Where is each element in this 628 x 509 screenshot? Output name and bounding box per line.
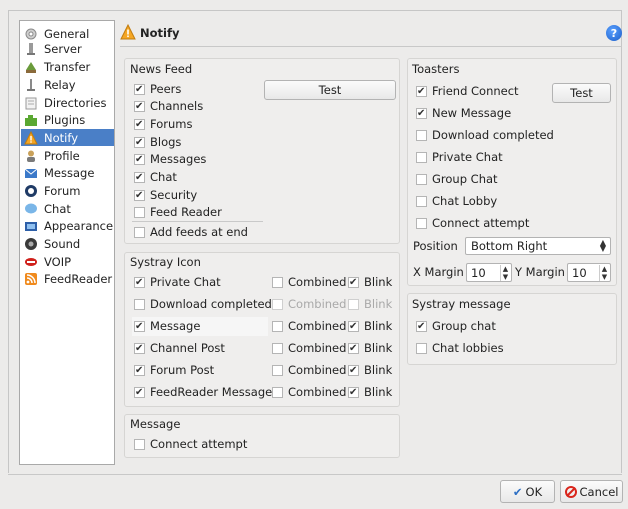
news-feed-messages-checkbox[interactable]: Messages bbox=[134, 151, 206, 167]
help-icon[interactable]: ? bbox=[606, 25, 622, 41]
page-title: Notify bbox=[140, 26, 180, 40]
sidebar-item-server[interactable]: Server bbox=[21, 40, 114, 57]
systray-download-completed-checkbox[interactable]: Download completed bbox=[134, 296, 272, 312]
y-margin-spinbox[interactable]: 10 ▲ ▼ bbox=[567, 263, 611, 282]
sidebar-item-sound[interactable]: Sound bbox=[21, 235, 114, 252]
sidebar-item-plugins[interactable]: Plugins bbox=[21, 111, 114, 128]
toaster-connect-attempt-checkbox[interactable]: Connect attempt bbox=[416, 215, 529, 231]
updown-arrows-icon: ▲ ▼ bbox=[599, 238, 606, 253]
news-feed-security-checkbox[interactable]: Security bbox=[134, 187, 197, 203]
add-feeds-at-end-checkbox[interactable]: Add feeds at end bbox=[134, 224, 248, 240]
systray-forum-post-checkbox[interactable]: Forum Post bbox=[134, 362, 214, 378]
toasters-title: Toasters bbox=[412, 62, 460, 76]
chat-bubble-icon bbox=[24, 202, 38, 216]
sidebar-item-directories[interactable]: Directories bbox=[21, 94, 114, 111]
systray-private-chat-blink-checkbox[interactable]: Blink bbox=[348, 274, 392, 290]
message-icon bbox=[24, 166, 38, 180]
news-feed-peers-checkbox[interactable]: Peers bbox=[134, 81, 181, 97]
sidebar-item-profile[interactable]: Profile bbox=[21, 147, 114, 164]
settings-sidebar: General Server Transfer Relay Directorie… bbox=[19, 20, 115, 465]
systray-feedreader-message-checkbox[interactable]: FeedReader Message bbox=[134, 384, 272, 400]
sidebar-item-notify[interactable]: Notify bbox=[21, 129, 114, 146]
systray-channel-post-checkbox[interactable]: Channel Post bbox=[134, 340, 225, 356]
systray-icon-title: Systray Icon bbox=[130, 255, 201, 269]
systray-forum-post-combined-checkbox[interactable]: Combined bbox=[272, 362, 346, 378]
appearance-icon bbox=[24, 219, 38, 233]
relay-icon bbox=[24, 78, 38, 92]
systray-message-blink-checkbox[interactable]: Blink bbox=[348, 318, 392, 334]
sidebar-item-forum[interactable]: Forum bbox=[21, 182, 114, 199]
warning-icon bbox=[120, 23, 136, 43]
news-feed-title: News Feed bbox=[130, 62, 193, 76]
toaster-new-message-checkbox[interactable]: New Message bbox=[416, 105, 511, 121]
systray-private-chat-checkbox[interactable]: Private Chat bbox=[134, 274, 221, 290]
systray-download-completed-blink-checkbox: Blink bbox=[348, 296, 392, 312]
systray-message-title: Systray message bbox=[412, 297, 511, 311]
news-feed-channels-checkbox[interactable]: Channels bbox=[134, 98, 203, 114]
toaster-group-chat-checkbox[interactable]: Group Chat bbox=[416, 171, 498, 187]
systray-message-checkbox[interactable]: Message bbox=[134, 318, 200, 334]
puzzle-icon bbox=[24, 113, 38, 127]
news-feed-divider bbox=[132, 221, 263, 222]
news-feed-blogs-checkbox[interactable]: Blogs bbox=[134, 134, 181, 150]
ok-button[interactable]: ✔ OK bbox=[500, 480, 555, 503]
speaker-icon bbox=[24, 237, 38, 251]
toaster-private-chat-checkbox[interactable]: Private Chat bbox=[416, 149, 503, 165]
y-margin-label: Y Margin bbox=[515, 265, 565, 279]
news-feed-test-button[interactable]: Test bbox=[264, 80, 396, 100]
x-margin-spinbox[interactable]: 10 ▲ ▼ bbox=[466, 263, 512, 282]
sidebar-item-chat[interactable]: Chat bbox=[21, 200, 114, 217]
systray-channel-post-blink-checkbox[interactable]: Blink bbox=[348, 340, 392, 356]
server-icon bbox=[24, 42, 38, 56]
spin-arrows-icon[interactable]: ▲ ▼ bbox=[599, 265, 609, 281]
news-feed-forums-checkbox[interactable]: Forums bbox=[134, 116, 192, 132]
sidebar-item-transfer[interactable]: Transfer bbox=[21, 58, 114, 75]
rss-icon bbox=[24, 272, 38, 286]
systray-download-completed-combined-checkbox: Combined bbox=[272, 296, 346, 312]
spin-arrows-icon[interactable]: ▲ ▼ bbox=[500, 265, 510, 281]
sidebar-item-voip[interactable]: VOIP bbox=[21, 253, 114, 270]
systray-feedreader-message-blink-checkbox[interactable]: Blink bbox=[348, 384, 392, 400]
header-divider bbox=[120, 46, 622, 47]
message-group-title: Message bbox=[130, 417, 181, 431]
folder-icon bbox=[24, 96, 38, 110]
sidebar-item-appearance[interactable]: Appearance bbox=[21, 217, 114, 234]
systray-channel-post-combined-checkbox[interactable]: Combined bbox=[272, 340, 346, 356]
news-feed-chat-checkbox[interactable]: Chat bbox=[134, 169, 177, 185]
x-margin-label: X Margin bbox=[413, 265, 464, 279]
message-connect-attempt-checkbox[interactable]: Connect attempt bbox=[134, 436, 247, 452]
systray-message-group-chat-checkbox[interactable]: Group chat bbox=[416, 318, 496, 334]
cancel-button[interactable]: Cancel bbox=[560, 480, 623, 503]
toaster-chat-lobby-checkbox[interactable]: Chat Lobby bbox=[416, 193, 497, 209]
person-icon bbox=[24, 149, 38, 163]
transfer-icon bbox=[24, 60, 38, 74]
checkmark-icon: ✔ bbox=[512, 484, 523, 499]
position-label: Position bbox=[413, 239, 458, 253]
news-feed-feed-reader-checkbox[interactable]: Feed Reader bbox=[134, 204, 222, 220]
systray-feedreader-message-combined-checkbox[interactable]: Combined bbox=[272, 384, 346, 400]
sidebar-item-feedreader[interactable]: FeedReader bbox=[21, 270, 114, 287]
sidebar-item-relay[interactable]: Relay bbox=[21, 76, 114, 93]
systray-message-chat-lobbies-checkbox[interactable]: Chat lobbies bbox=[416, 340, 504, 356]
toaster-friend-connect-checkbox[interactable]: Friend Connect bbox=[416, 83, 519, 99]
footer-divider bbox=[8, 474, 622, 475]
forum-icon bbox=[24, 184, 38, 198]
systray-private-chat-combined-checkbox[interactable]: Combined bbox=[272, 274, 346, 290]
gear-icon bbox=[24, 27, 38, 41]
warning-icon bbox=[24, 130, 38, 145]
toasters-test-button[interactable]: Test bbox=[552, 83, 611, 103]
sidebar-item-message[interactable]: Message bbox=[21, 164, 114, 181]
voip-icon bbox=[24, 255, 38, 269]
cancel-icon bbox=[564, 485, 577, 498]
position-select[interactable]: Bottom Right ▲ ▼ bbox=[465, 237, 611, 255]
toaster-download-completed-checkbox[interactable]: Download completed bbox=[416, 127, 554, 143]
systray-message-combined-checkbox[interactable]: Combined bbox=[272, 318, 346, 334]
systray-forum-post-blink-checkbox[interactable]: Blink bbox=[348, 362, 392, 378]
